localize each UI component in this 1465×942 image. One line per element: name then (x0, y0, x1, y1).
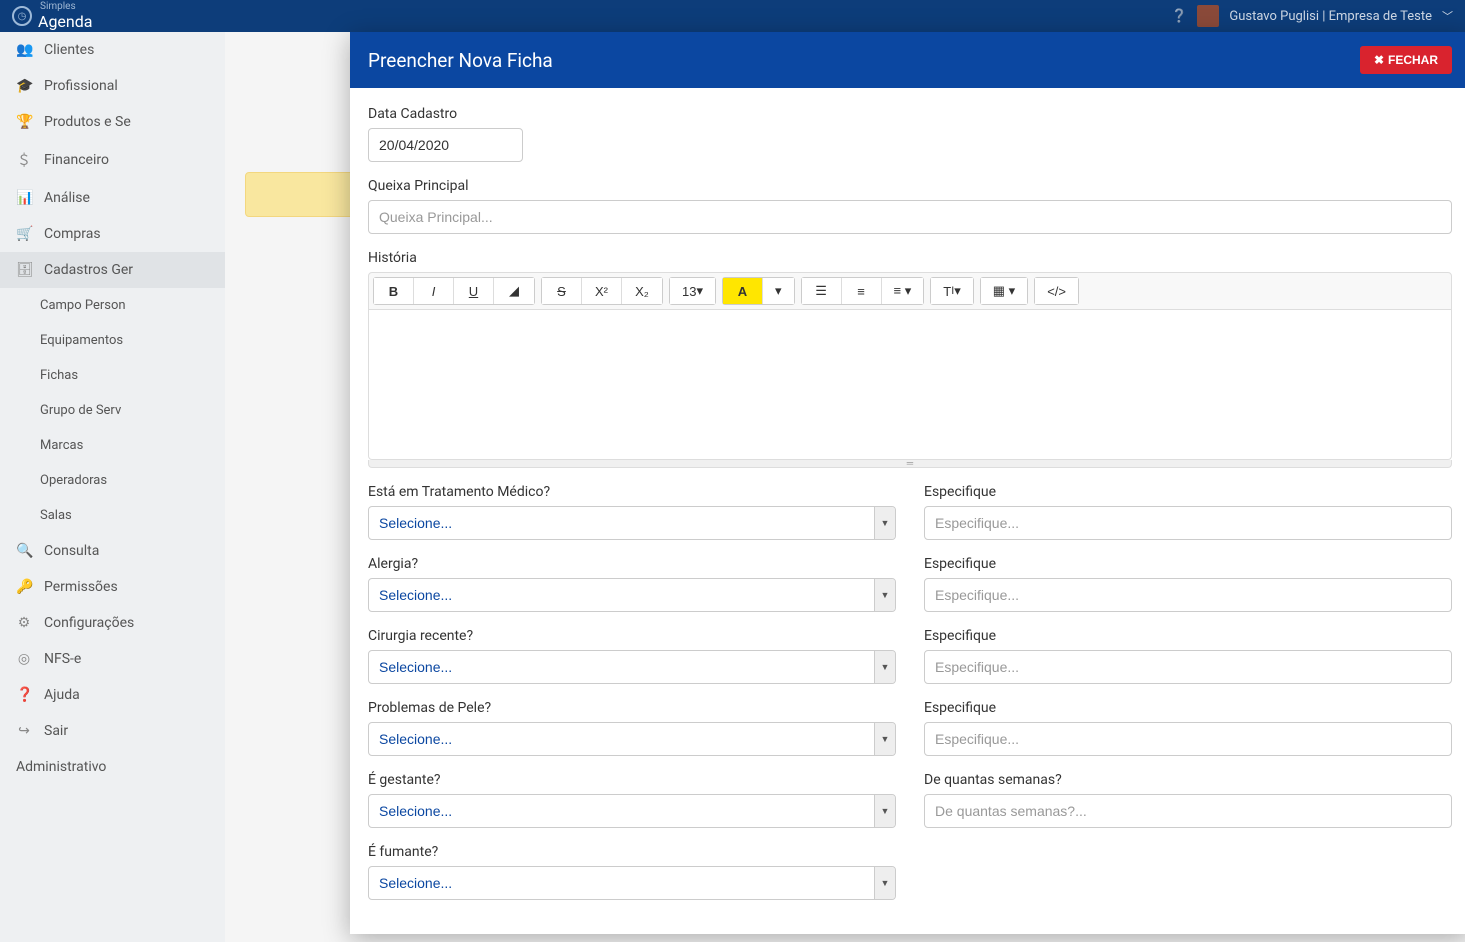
sidebar-item-analise[interactable]: 📊Análise (0, 180, 225, 216)
modal-header: Preencher Nova Ficha ✖FECHAR (350, 32, 1465, 88)
tratamento-label: Está em Tratamento Médico? (368, 484, 896, 500)
sidebar-item-cadastros[interactable]: 🗄Cadastros Ger (0, 252, 225, 288)
sidebar: 👥Clientes 🎓Profissional 🏆Produtos e Se ＄… (0, 32, 225, 942)
align-button[interactable]: ≡ ▾ (882, 278, 924, 304)
sidebar-item-config[interactable]: ⚙Configurações (0, 605, 225, 641)
esp2-label: Especifique (924, 556, 1452, 572)
sidebar-item-admin[interactable]: Administrativo (0, 749, 225, 785)
esp3-label: Especifique (924, 628, 1452, 644)
editor-toolbar: B I U ◢ S X² X₂ 13 ▾ (368, 272, 1452, 310)
sidebar-sub-campo[interactable]: Campo Person (0, 288, 225, 323)
underline-button[interactable]: U (454, 278, 494, 304)
alergia-select[interactable]: Selecione... (368, 578, 896, 612)
cart-icon: 🛒 (16, 226, 32, 242)
sidebar-item-profissional[interactable]: 🎓Profissional (0, 68, 225, 104)
date-label: Data Cadastro (368, 106, 1452, 122)
pele-select[interactable]: Selecione... (368, 722, 896, 756)
bold-button[interactable]: B (374, 278, 414, 304)
sidebar-item-ajuda[interactable]: ❓Ajuda (0, 677, 225, 713)
sidebar-sub-salas[interactable]: Salas (0, 498, 225, 533)
sidebar-item-nfse[interactable]: ◎NFS-e (0, 641, 225, 677)
italic-button[interactable]: I (414, 278, 454, 304)
semanas-label: De quantas semanas? (924, 772, 1452, 788)
ficha-modal: Preencher Nova Ficha ✖FECHAR Data Cadast… (350, 32, 1465, 934)
main: CLIENTE as fichas, acesse 🖨RESUMO esquer… (225, 32, 1465, 942)
chart-icon: 📊 (16, 190, 32, 206)
sidebar-sub-fichas[interactable]: Fichas (0, 358, 225, 393)
fontcolor-dropdown[interactable]: ▾ (763, 278, 794, 304)
ol-button[interactable]: ≡ (842, 278, 882, 304)
sidebar-item-compras[interactable]: 🛒Compras (0, 216, 225, 252)
esp3-input[interactable] (924, 650, 1452, 684)
logo-text: Simples Agenda (38, 2, 92, 31)
help-icon: ❓ (16, 687, 32, 703)
clock-icon: ◷ (12, 6, 32, 26)
chevron-down-icon[interactable]: ﹀ (1442, 8, 1453, 24)
user-name[interactable]: Gustavo Puglisi | Empresa de Teste (1229, 9, 1432, 24)
erase-button[interactable]: ◢ (494, 278, 534, 304)
fontsize-button[interactable]: 13 ▾ (670, 278, 715, 304)
sidebar-item-permissoes[interactable]: 🔑Permissões (0, 569, 225, 605)
search-icon: 🔍 (16, 543, 32, 559)
queixa-label: Queixa Principal (368, 178, 1452, 194)
help-icon[interactable]: ❔ (1171, 9, 1187, 24)
modal-title: Preencher Nova Ficha (368, 49, 553, 72)
queixa-input[interactable] (368, 200, 1452, 234)
pele-label: Problemas de Pele? (368, 700, 896, 716)
fontcolor-button[interactable]: A (723, 278, 763, 304)
esp2-input[interactable] (924, 578, 1452, 612)
alergia-label: Alergia? (368, 556, 896, 572)
sidebar-item-consulta[interactable]: 🔍Consulta (0, 533, 225, 569)
sidebar-sub-grupo[interactable]: Grupo de Serv (0, 393, 225, 428)
trophy-icon: 🏆 (16, 114, 32, 130)
gestante-label: É gestante? (368, 772, 896, 788)
fumante-select[interactable]: Selecione... (368, 866, 896, 900)
ul-button[interactable]: ☰ (802, 278, 842, 304)
db-icon: 🗄 (16, 262, 32, 278)
gradcap-icon: 🎓 (16, 78, 32, 94)
esp1-input[interactable] (924, 506, 1452, 540)
code-button[interactable]: </> (1035, 278, 1078, 304)
sidebar-item-produtos[interactable]: 🏆Produtos e Se (0, 104, 225, 140)
superscript-button[interactable]: X² (582, 278, 622, 304)
esp1-label: Especifique (924, 484, 1452, 500)
sidebar-item-financeiro[interactable]: ＄Financeiro (0, 140, 225, 180)
editor-body[interactable] (368, 310, 1452, 460)
gears-icon: ⚙ (16, 615, 32, 631)
text-style-button[interactable]: TI ▾ (931, 278, 973, 304)
table-button[interactable]: ▦ ▾ (981, 278, 1027, 304)
key-icon: 🔑 (16, 579, 32, 595)
esp4-input[interactable] (924, 722, 1452, 756)
date-input[interactable] (368, 128, 523, 162)
historia-label: História (368, 250, 1452, 266)
subscript-button[interactable]: X₂ (622, 278, 662, 304)
sidebar-sub-equipamentos[interactable]: Equipamentos (0, 323, 225, 358)
at-icon: ◎ (16, 651, 32, 667)
editor-resize-handle[interactable]: ═ (368, 460, 1452, 468)
app-logo[interactable]: ◷ Simples Agenda (12, 2, 92, 31)
tratamento-select[interactable]: Selecione... (368, 506, 896, 540)
close-icon: ✖ (1374, 53, 1384, 67)
topbar: ◷ Simples Agenda ❔ Gustavo Puglisi | Emp… (0, 0, 1465, 32)
users-icon: 👥 (16, 42, 32, 58)
fumante-label: É fumante? (368, 844, 896, 860)
exit-icon: ↪ (16, 723, 32, 739)
sidebar-item-clientes[interactable]: 👥Clientes (0, 32, 225, 68)
cirurgia-label: Cirurgia recente? (368, 628, 896, 644)
sidebar-sub-operadoras[interactable]: Operadoras (0, 463, 225, 498)
sidebar-sub-marcas[interactable]: Marcas (0, 428, 225, 463)
close-button[interactable]: ✖FECHAR (1360, 46, 1452, 74)
dollar-icon: ＄ (16, 150, 32, 170)
gestante-select[interactable]: Selecione... (368, 794, 896, 828)
semanas-input[interactable] (924, 794, 1452, 828)
strike-button[interactable]: S (542, 278, 582, 304)
avatar[interactable] (1197, 5, 1219, 27)
esp4-label: Especifique (924, 700, 1452, 716)
sidebar-item-sair[interactable]: ↪Sair (0, 713, 225, 749)
cirurgia-select[interactable]: Selecione... (368, 650, 896, 684)
